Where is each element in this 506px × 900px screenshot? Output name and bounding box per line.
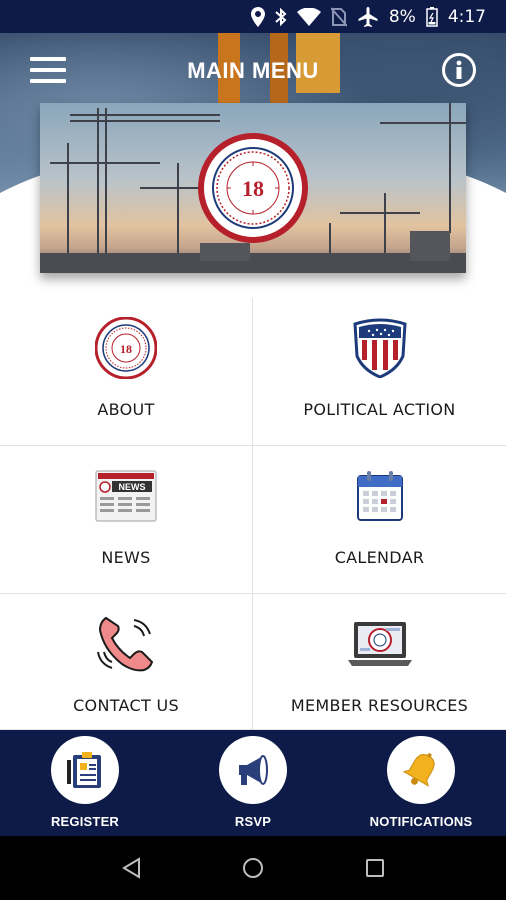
- back-icon[interactable]: [121, 857, 141, 879]
- megaphone-icon: [219, 736, 287, 804]
- hamburger-menu-icon[interactable]: [30, 57, 66, 83]
- menu-item-label: CONTACT US: [73, 696, 179, 715]
- menu-item-label: POLITICAL ACTION: [303, 400, 456, 419]
- bottom-nav-label: REGISTER: [50, 814, 120, 829]
- notifications-button[interactable]: NOTIFICATIONS: [354, 730, 488, 836]
- header-hero: MAIN MENU 18: [0, 33, 506, 295]
- union-seal-logo: 18: [198, 133, 308, 243]
- menu-item-label: ABOUT: [97, 400, 155, 419]
- svg-text:NEWS: NEWS: [119, 482, 146, 492]
- wifi-icon: [296, 7, 321, 26]
- home-icon[interactable]: [242, 857, 264, 879]
- battery-icon: [426, 6, 438, 27]
- bell-icon: [387, 736, 455, 804]
- union-seal-icon: 18: [94, 316, 158, 380]
- menu-item-member-resources[interactable]: MEMBER RESOURCES: [253, 594, 506, 730]
- clock: 4:17: [447, 6, 486, 27]
- menu-item-label: NEWS: [101, 548, 151, 567]
- location-icon: [250, 6, 265, 27]
- no-sim-icon: [330, 6, 347, 27]
- menu-item-calendar[interactable]: CALENDAR: [253, 446, 506, 594]
- phone-icon: [94, 612, 158, 676]
- page-title: MAIN MENU: [187, 58, 319, 83]
- svg-text:18: 18: [120, 342, 132, 356]
- clipboard-icon: [51, 736, 119, 804]
- recents-icon[interactable]: [365, 858, 385, 878]
- status-bar: 8% 4:17: [0, 0, 506, 33]
- bottom-action-bar: REGISTER RSVP NOTIFICATIONS: [0, 730, 506, 836]
- menu-item-contact-us[interactable]: CONTACT US: [0, 594, 253, 730]
- bottom-nav-label: RSVP: [234, 814, 272, 829]
- shield-flag-icon: [348, 316, 412, 380]
- top-app-bar: MAIN MENU: [0, 33, 506, 105]
- laptop-icon: [347, 612, 412, 676]
- rsvp-button[interactable]: RSVP: [186, 730, 320, 836]
- register-button[interactable]: REGISTER: [18, 730, 152, 836]
- svg-text:18: 18: [242, 176, 264, 201]
- main-menu-grid: 18 ABOUT POLITICAL ACTION NEWS NEWS CALE…: [0, 298, 506, 730]
- menu-item-label: CALENDAR: [334, 548, 425, 567]
- menu-item-political-action[interactable]: POLITICAL ACTION: [253, 298, 506, 446]
- menu-item-about[interactable]: 18 ABOUT: [0, 298, 253, 446]
- calendar-icon: [348, 464, 412, 528]
- hero-banner: 18: [40, 103, 466, 273]
- bottom-nav-label: NOTIFICATIONS: [369, 814, 473, 829]
- newspaper-icon: NEWS: [94, 464, 158, 528]
- system-navigation-bar: [0, 836, 506, 900]
- airplane-icon: [358, 6, 378, 27]
- menu-item-news[interactable]: NEWS NEWS: [0, 446, 253, 594]
- menu-item-label: MEMBER RESOURCES: [290, 696, 469, 715]
- info-icon[interactable]: [442, 53, 476, 87]
- bluetooth-icon: [275, 7, 287, 26]
- battery-percent: 8%: [388, 6, 416, 27]
